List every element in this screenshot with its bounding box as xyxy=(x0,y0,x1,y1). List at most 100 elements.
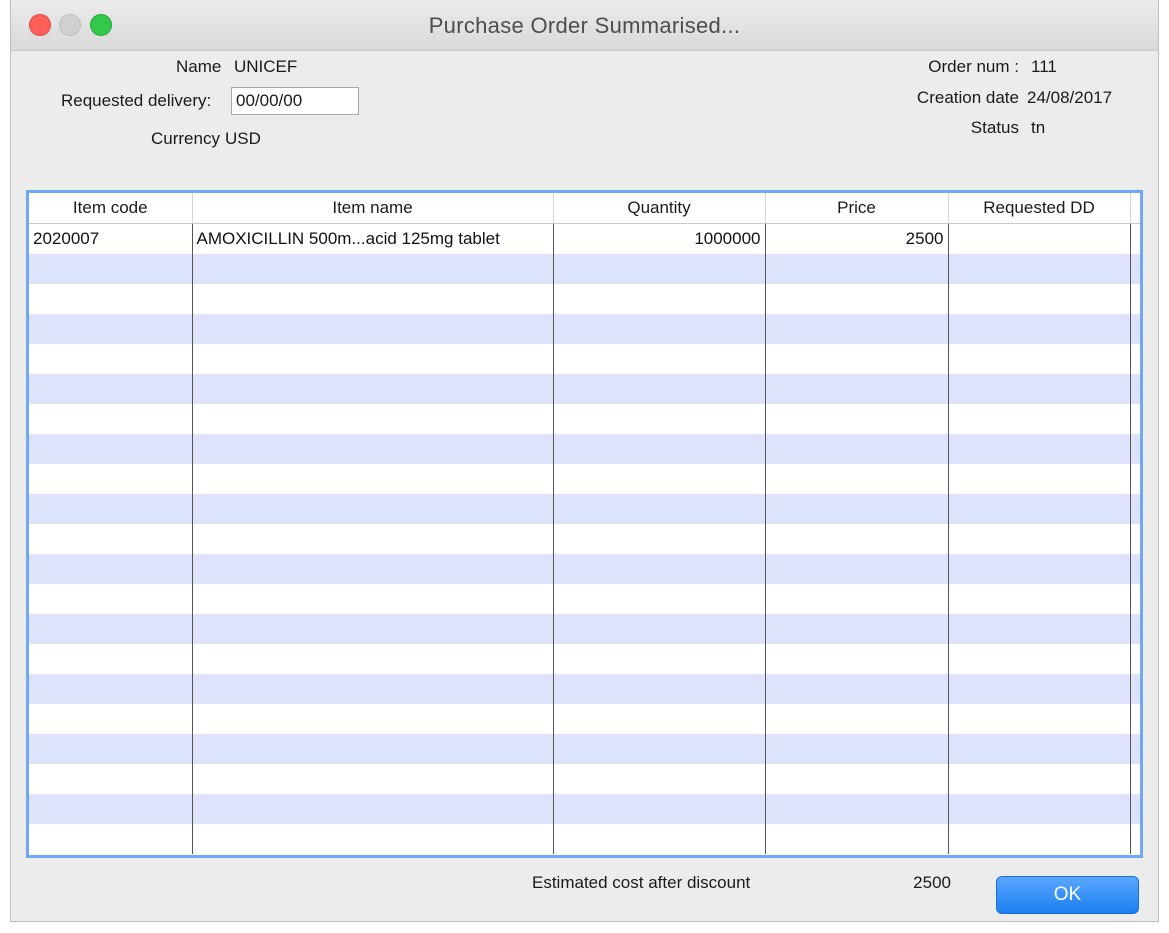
cell-requested-dd xyxy=(948,223,1131,254)
empty-cell xyxy=(29,254,193,284)
empty-cell xyxy=(765,314,949,344)
requested-delivery-label: Requested delivery: xyxy=(61,91,212,110)
empty-cell xyxy=(765,644,949,674)
table-row-empty[interactable] xyxy=(29,254,1140,284)
empty-cell xyxy=(765,344,949,374)
table-row-empty[interactable] xyxy=(29,614,1140,644)
empty-cell xyxy=(553,524,766,554)
table-header-row: Item code Item name Quantity Price Reque… xyxy=(29,193,1140,224)
empty-cell xyxy=(948,704,1131,734)
empty-cell xyxy=(192,524,554,554)
empty-cell xyxy=(765,614,949,644)
empty-cell xyxy=(192,644,554,674)
empty-cell xyxy=(948,314,1131,344)
empty-cell xyxy=(1130,824,1140,854)
table-row-empty[interactable] xyxy=(29,764,1140,794)
column-header-spacer xyxy=(1130,193,1140,224)
empty-cell xyxy=(948,494,1131,524)
empty-cell xyxy=(1130,434,1140,464)
table-row-empty[interactable] xyxy=(29,584,1140,614)
name-value: UNICEF xyxy=(234,57,298,76)
empty-cell xyxy=(192,824,554,854)
empty-cell xyxy=(948,794,1131,824)
empty-cell xyxy=(948,674,1131,704)
table-row-empty[interactable] xyxy=(29,404,1140,434)
empty-cell xyxy=(765,734,949,764)
empty-cell xyxy=(553,614,766,644)
empty-cell xyxy=(948,434,1131,464)
empty-cell xyxy=(1130,284,1140,314)
empty-cell xyxy=(553,374,766,404)
empty-cell xyxy=(765,584,949,614)
empty-cell xyxy=(1130,614,1140,644)
empty-cell xyxy=(192,764,554,794)
currency-value: USD xyxy=(225,129,261,148)
status-label: Status xyxy=(970,118,1019,137)
table-row-empty[interactable] xyxy=(29,644,1140,674)
column-header-item-code[interactable]: Item code xyxy=(29,193,193,224)
empty-cell xyxy=(948,734,1131,764)
order-num-value: 111 xyxy=(1031,57,1057,76)
table-row-empty[interactable] xyxy=(29,554,1140,584)
table-row-empty[interactable] xyxy=(29,794,1140,824)
empty-cell xyxy=(29,674,193,704)
empty-cell xyxy=(29,554,193,584)
table-row-empty[interactable] xyxy=(29,734,1140,764)
empty-cell xyxy=(1130,674,1140,704)
table-row-empty[interactable] xyxy=(29,434,1140,464)
empty-cell xyxy=(948,344,1131,374)
empty-cell xyxy=(948,824,1131,854)
status-value: tn xyxy=(1031,118,1046,137)
items-table[interactable]: Item code Item name Quantity Price Reque… xyxy=(26,190,1143,858)
column-header-quantity[interactable]: Quantity xyxy=(553,193,766,224)
empty-cell xyxy=(765,254,949,284)
empty-cell xyxy=(29,344,193,374)
order-num-label: Order num : xyxy=(928,57,1019,76)
empty-cell xyxy=(192,674,554,704)
cell-price: 2500 xyxy=(765,223,949,254)
column-header-item-name[interactable]: Item name xyxy=(192,193,554,224)
requested-delivery-input[interactable]: 00/00/00 xyxy=(231,87,359,115)
empty-cell xyxy=(948,284,1131,314)
empty-cell xyxy=(1130,794,1140,824)
empty-cell xyxy=(29,764,193,794)
column-header-price[interactable]: Price xyxy=(765,193,949,224)
table-row[interactable]: 2020007 AMOXICILLIN 500m...acid 125mg ta… xyxy=(29,223,1140,254)
empty-cell xyxy=(1130,254,1140,284)
estimated-cost-label: Estimated cost after discount xyxy=(532,873,751,892)
empty-cell xyxy=(29,734,193,764)
empty-cell xyxy=(192,344,554,374)
table-row-empty[interactable] xyxy=(29,374,1140,404)
cell-item-name: AMOXICILLIN 500m...acid 125mg tablet xyxy=(192,223,554,254)
column-header-requested-dd[interactable]: Requested DD xyxy=(948,193,1131,224)
table-row-empty[interactable] xyxy=(29,314,1140,344)
empty-cell xyxy=(29,794,193,824)
empty-cell xyxy=(29,644,193,674)
empty-cell xyxy=(29,824,193,854)
table-row-empty[interactable] xyxy=(29,524,1140,554)
ok-button[interactable]: OK xyxy=(996,876,1139,914)
empty-cell xyxy=(1130,644,1140,674)
table-row-empty[interactable] xyxy=(29,674,1140,704)
table-row-empty[interactable] xyxy=(29,464,1140,494)
table-row-empty[interactable] xyxy=(29,704,1140,734)
empty-cell xyxy=(553,794,766,824)
empty-cell xyxy=(948,524,1131,554)
empty-cell xyxy=(765,554,949,584)
table-row-empty[interactable] xyxy=(29,824,1140,854)
items-grid: Item code Item name Quantity Price Reque… xyxy=(29,193,1140,854)
empty-cell xyxy=(192,494,554,524)
empty-cell xyxy=(553,494,766,524)
empty-cell xyxy=(29,524,193,554)
empty-cell xyxy=(553,824,766,854)
table-row-empty[interactable] xyxy=(29,284,1140,314)
empty-cell xyxy=(948,404,1131,434)
cell-quantity: 1000000 xyxy=(553,223,766,254)
table-row-empty[interactable] xyxy=(29,494,1140,524)
empty-cell xyxy=(29,464,193,494)
table-row-empty[interactable] xyxy=(29,344,1140,374)
empty-cell xyxy=(948,584,1131,614)
empty-cell xyxy=(553,254,766,284)
empty-cell xyxy=(765,674,949,704)
empty-cell xyxy=(1130,554,1140,584)
